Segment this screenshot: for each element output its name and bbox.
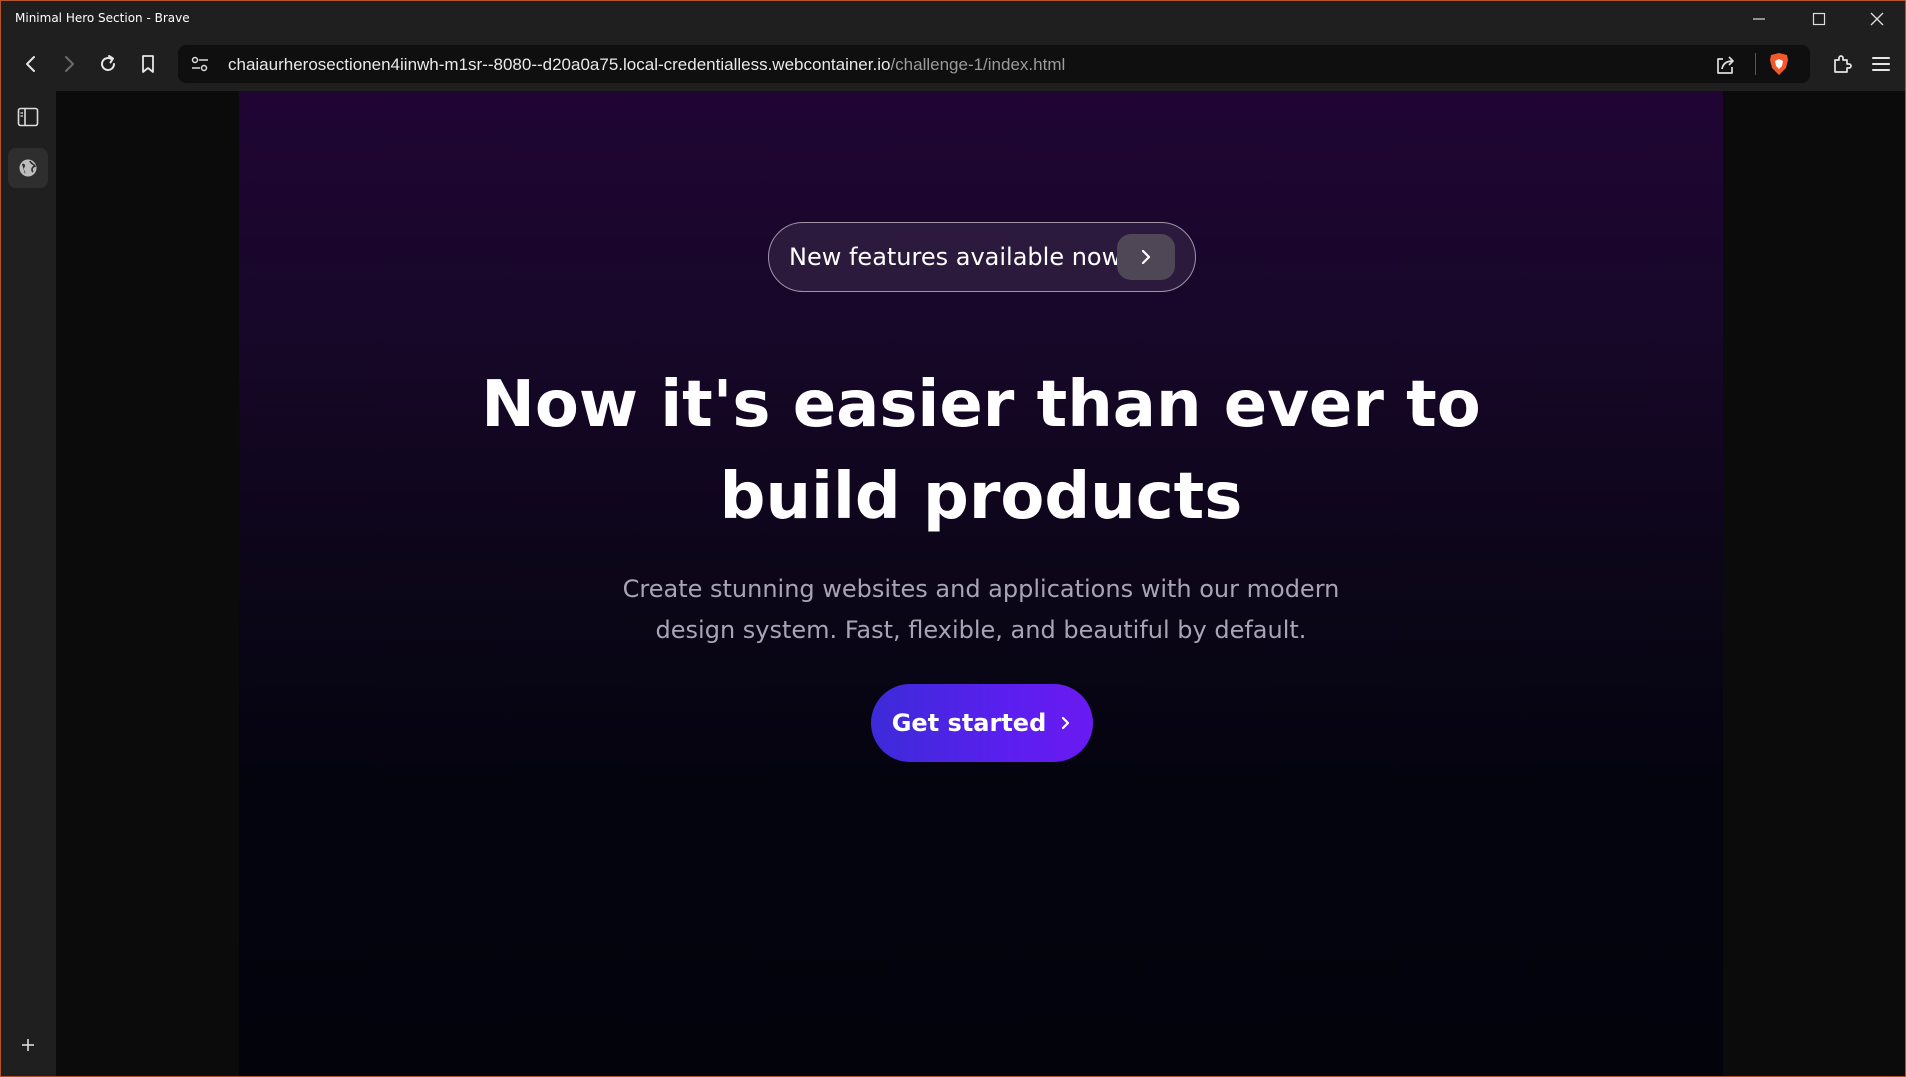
title-bar: Minimal Hero Section - Brave [1,1,1905,37]
browser-sidebar [1,91,55,1076]
sidebar-toggle-button[interactable] [8,97,48,137]
add-sidebar-item-button[interactable] [8,1025,48,1065]
back-button[interactable] [15,48,47,80]
badge-arrow-button[interactable] [1117,234,1175,280]
browser-window: Minimal Hero Section - Brave chaiaurhero… [0,0,1906,1077]
hero-headline: Now it's easier than ever to build produ… [481,368,1481,534]
sidebar-item-web-panel[interactable] [8,148,48,188]
forward-button[interactable] [53,48,85,80]
globe-icon [19,159,37,177]
chevron-right-icon [1062,716,1070,730]
maximize-button[interactable] [1789,1,1849,37]
extensions-button[interactable] [1826,48,1858,80]
share-icon [1717,56,1734,74]
minimize-button[interactable] [1729,1,1789,37]
get-started-button[interactable]: Get started [871,684,1093,762]
close-icon [1870,12,1884,26]
close-button[interactable] [1847,1,1905,37]
forward-arrow-icon [65,56,74,72]
back-arrow-icon [26,56,35,72]
brave-shields-button[interactable] [1766,51,1792,77]
hero-subtext: Create stunning websites and application… [622,575,1340,644]
badge-text: New features available now. [789,243,1127,271]
window-title: Minimal Hero Section - Brave [15,11,190,25]
brave-shields-icon [1770,53,1788,75]
hamburger-menu-icon [1872,57,1890,71]
hero-section: New features available now. Now it's eas… [239,91,1723,1076]
address-bar[interactable]: chaiaurherosectionen4iinwh-m1sr--8080--d… [178,45,1810,83]
get-started-label: Get started [891,709,1047,737]
minimize-icon [1753,18,1765,20]
new-features-badge[interactable]: New features available now. [768,222,1196,292]
share-button[interactable] [1712,52,1738,78]
browser-toolbar: chaiaurherosectionen4iinwh-m1sr--8080--d… [1,37,1905,91]
address-bar-divider [1755,53,1756,75]
bookmark-icon [142,55,154,73]
reload-icon [101,55,115,71]
url-text[interactable]: chaiaurherosectionen4iinwh-m1sr--8080--d… [228,55,1065,75]
plus-icon [22,1039,34,1051]
url-path: /challenge-1/index.html [890,55,1066,74]
maximize-icon [1812,12,1826,26]
chevron-right-icon [1141,249,1151,265]
reload-button[interactable] [92,48,124,80]
bookmark-button[interactable] [132,48,164,80]
sidebar-panel-icon [17,107,39,127]
page-viewport: New features available now. Now it's eas… [56,91,1905,1076]
site-settings-icon [191,56,208,72]
main-menu-button[interactable] [1865,48,1897,80]
site-info-button[interactable] [186,51,214,77]
puzzle-icon [1834,55,1852,73]
url-host: chaiaurherosectionen4iinwh-m1sr--8080--d… [228,55,891,74]
